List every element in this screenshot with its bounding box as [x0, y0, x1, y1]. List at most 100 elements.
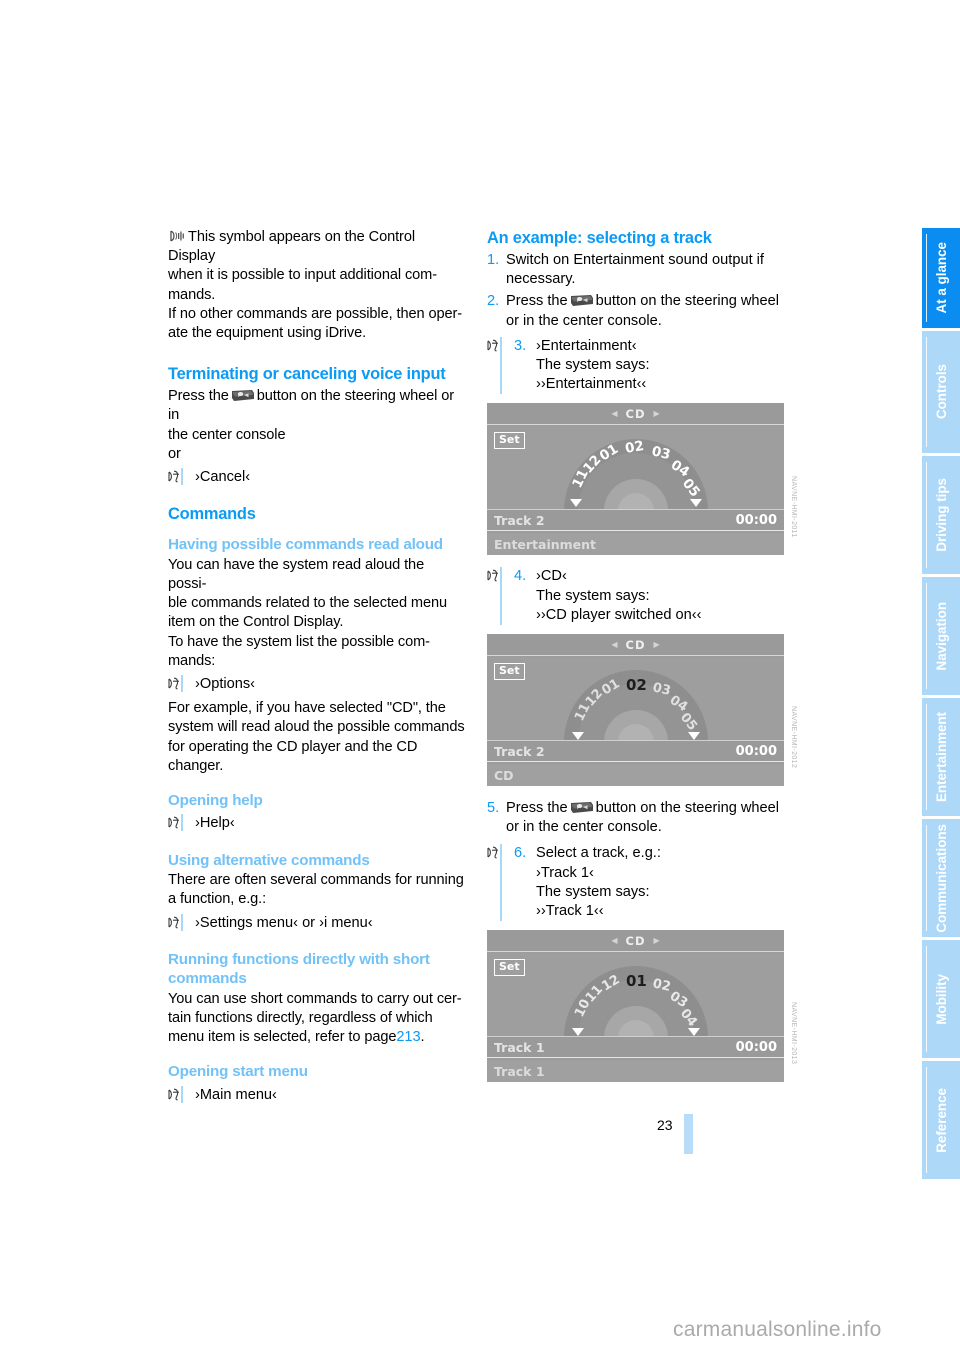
step-1-body: Switch on Entertainment sound output if … — [506, 251, 784, 289]
short-commands-title-line-2: commands — [168, 970, 247, 988]
step-1-number: 1. — [487, 252, 500, 268]
step-2: 2. Press the button on the steering wheel… — [487, 292, 784, 330]
cd-display-2-image-id: NAVNE-HMI-2012 — [790, 705, 797, 769]
short-commands-line-1: You can use short commands to carry out … — [168, 990, 462, 1007]
cd-display-1-title: CD — [625, 406, 646, 421]
cd-display-2-set-button[interactable]: Set — [494, 662, 525, 680]
step-4-body: ›CD‹ The system says: ››CD player switch… — [536, 567, 701, 625]
intro-line-1: This symbol appears on the Control Displ… — [168, 229, 415, 265]
svg-text:02: 02 — [623, 438, 644, 457]
steering-wheel-button-icon — [570, 801, 594, 814]
track-dial-3[interactable]: 10 11 12 01 02 03 04 — [556, 960, 716, 1040]
voice-command-settings-menu: ›Settings menu‹ or ›i menu‹ — [168, 913, 465, 933]
heading-opening-help: Opening help — [168, 791, 263, 809]
chapter-tabs-sidebar: At a glance Controls Driving tips Naviga… — [922, 228, 960, 1182]
sidebar-tab-navigation[interactable]: Navigation — [922, 577, 960, 695]
right-arrow-icon: ▶ — [653, 936, 660, 946]
sidebar-tab-reference-label: Reference — [933, 1087, 949, 1153]
step-3: 3. ›Entertainment‹ The system says: ››En… — [487, 336, 784, 395]
read-aloud-line-1: You can have the system read aloud the p… — [168, 556, 425, 592]
voice-command-main-menu-label: ›Main menu‹ — [195, 1086, 277, 1103]
alternative-line-1: There are often several commands for run… — [168, 872, 464, 889]
voice-command-cancel: ›Cancel‹ — [168, 468, 465, 487]
track-dial-2[interactable]: 11 12 01 02 03 04 05 — [556, 664, 716, 744]
sidebar-tab-mobility[interactable]: Mobility — [922, 940, 960, 1058]
intro-line-5: ate the equipment using iDrive. — [168, 325, 367, 342]
cd-display-3-bottombar: Track 1 — [487, 1060, 784, 1083]
cd-display-figure-3: ◀ CD ▶ Set 10 11 12 01 02 03 04 Track 1 … — [487, 930, 797, 1083]
step-4: 4. ›CD‹ The system says: ››CD player swi… — [487, 567, 784, 626]
voice-command-help: ›Help‹ — [168, 814, 465, 833]
left-arrow-icon: ◀ — [611, 409, 618, 419]
cd-display-3-main: Set 10 11 12 01 02 03 04 — [487, 952, 784, 1038]
step-3-number: 3. — [514, 337, 527, 354]
heading-commands: Commands — [168, 505, 256, 524]
manual-page: This symbol appears on the Control Displ… — [0, 0, 960, 1358]
highlighted-track-1: 01 — [626, 972, 647, 990]
step-1: 1. Switch on Entertainment sound output … — [487, 251, 784, 289]
voice-command-options: ›Options‹ — [168, 674, 465, 694]
cd-display-1-bottombar: Entertainment — [487, 533, 784, 556]
example-line-3: for operating the CD player and the CD — [168, 738, 418, 755]
terminating-line-3: or — [168, 445, 181, 462]
right-arrow-icon: ▶ — [653, 409, 660, 419]
sidebar-tab-controls[interactable]: Controls — [922, 331, 960, 453]
left-arrow-icon: ◀ — [611, 936, 618, 946]
sidebar-tab-reference[interactable]: Reference — [922, 1061, 960, 1179]
step-6-line-4: ››Track 1‹‹ — [536, 903, 604, 920]
sidebar-tab-entertainment-label: Entertainment — [933, 711, 949, 803]
cd-display-2-main: Set 11 12 01 02 03 04 05 — [487, 656, 784, 742]
short-commands-line-3: menu item is selected, refer to page — [168, 1029, 397, 1046]
cd-display-1-time: 00:00 — [735, 512, 777, 528]
step-5-body: Press the button on the steering wheel or… — [506, 799, 784, 837]
step-6-number: 6. — [514, 845, 527, 862]
step-4-number: 4. — [514, 568, 527, 585]
short-commands-line-2: tain functions directly, regardless of w… — [168, 1009, 433, 1026]
cd-display-figure-2: ◀ CD ▶ Set 11 12 01 02 03 04 05 Track 2 … — [487, 634, 797, 787]
step-1-line-2: necessary. — [506, 271, 576, 288]
voice-command-icon — [487, 336, 502, 395]
step-3-line-2: The system says: — [536, 357, 650, 374]
left-arrow-icon: ◀ — [611, 640, 618, 650]
terminating-line-2: the center console — [168, 426, 286, 443]
voice-command-options-label: ›Options‹ — [195, 675, 256, 692]
example-line-4: changer. — [168, 757, 224, 774]
short-commands-paragraph: You can use short commands to carry out … — [168, 990, 465, 1048]
cd-display-1-main: Set 11 12 01 02 03 04 05 — [487, 425, 784, 511]
sidebar-tab-controls-label: Controls — [933, 364, 949, 420]
cd-display-2-header: ◀ CD ▶ — [487, 634, 784, 657]
sidebar-tab-communications[interactable]: Communications — [922, 819, 960, 937]
cd-display-1-set-button[interactable]: Set — [494, 431, 525, 449]
sidebar-tab-at-a-glance-label: At a glance — [933, 242, 949, 314]
steering-wheel-button-icon — [231, 389, 255, 402]
highlighted-track-2: 02 — [626, 676, 647, 694]
cd-display-2-time: 00:00 — [735, 743, 777, 759]
sidebar-tab-mobility-label: Mobility — [933, 973, 949, 1025]
alternative-line-2: a function, e.g.: — [168, 891, 267, 908]
cd-display-1-image-id: NAVNE-HMI-2011 — [790, 475, 797, 538]
step-6-line-3: The system says: — [536, 883, 650, 900]
step-2-text-before: Press the — [506, 293, 568, 310]
cd-display-2: ◀ CD ▶ Set 11 12 01 02 03 04 05 Track 2 … — [487, 634, 784, 787]
voice-command-settings-label: ›Settings menu‹ or ›i menu‹ — [195, 914, 373, 931]
example-line-1: For example, if you have selected "CD", … — [168, 700, 446, 717]
step-5-text-after: button on the steering wheel — [595, 800, 780, 817]
cd-display-3-track-label: Track 1 — [494, 1039, 545, 1055]
voice-command-icon — [168, 468, 183, 486]
cd-display-3-set-button[interactable]: Set — [494, 958, 525, 976]
sidebar-tab-driving-tips[interactable]: Driving tips — [922, 456, 960, 574]
step-3-line-3: ››Entertainment‹‹ — [536, 376, 647, 393]
cd-display-3: ◀ CD ▶ Set 10 11 12 01 02 03 04 Track 1 … — [487, 930, 784, 1083]
sidebar-tab-entertainment[interactable]: Entertainment — [922, 698, 960, 816]
cd-display-3-time: 00:00 — [735, 1039, 777, 1055]
track-dial-1[interactable]: 11 12 01 02 03 04 05 — [556, 433, 716, 513]
step-4-line-3: ››CD player switched on‹‹ — [536, 606, 702, 623]
cd-display-1-header: ◀ CD ▶ — [487, 403, 784, 426]
sidebar-tab-communications-label: Communications — [933, 823, 949, 933]
short-commands-title-line-1: Running functions directly with short — [168, 950, 430, 968]
cd-display-1-trackbar: Track 2 00:00 — [487, 509, 784, 532]
intro-line-3: mands. — [168, 286, 216, 303]
step-2-number: 2. — [487, 293, 500, 310]
sidebar-tab-at-a-glance[interactable]: At a glance — [922, 228, 960, 328]
page-reference-link[interactable]: 213 — [396, 1029, 420, 1045]
